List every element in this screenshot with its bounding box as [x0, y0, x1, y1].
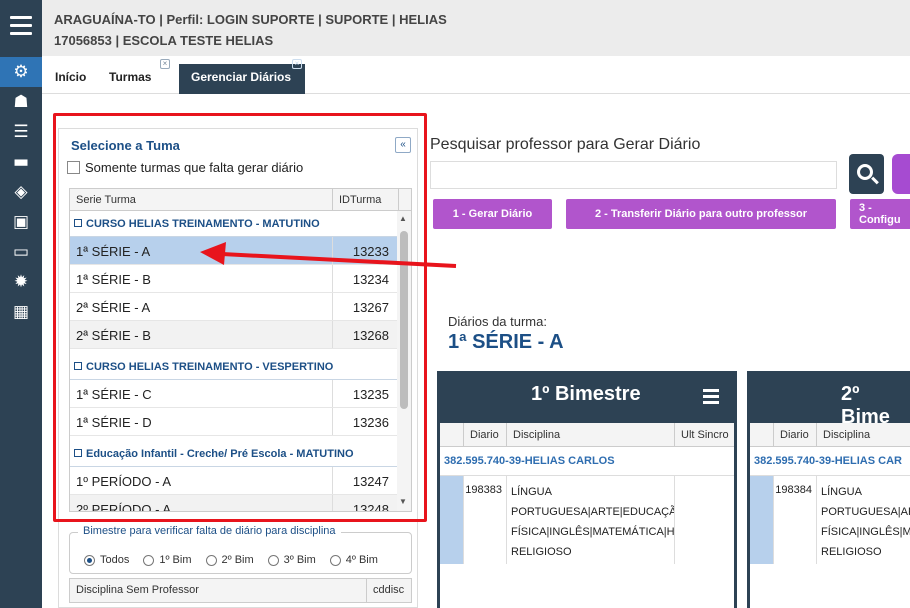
- sidebar: ⚙ ☗ ☰ ▬ ◈ ▣ ▭ ✹ ▦: [0, 0, 42, 608]
- diario-id: 198383: [464, 476, 507, 564]
- diarios-grid: Diario Disciplina 382.595.740-39-HELIAS …: [750, 423, 910, 608]
- diarios-label: Diários da turma:: [448, 314, 547, 329]
- col-diario[interactable]: Diario: [464, 423, 507, 446]
- highlight-box: [53, 113, 427, 522]
- tab-inicio[interactable]: Início: [43, 64, 98, 94]
- tab-gerenciar-diarios[interactable]: Gerenciar Diários: [179, 64, 305, 94]
- table-row[interactable]: 198383 LÍNGUA PORTUGUESA|ARTE|EDUCAÇÃO F…: [440, 476, 734, 564]
- col-cddisc[interactable]: cddisc: [367, 579, 411, 602]
- radio-3-bim[interactable]: 3º Bim: [267, 554, 316, 566]
- gerar-diario-button[interactable]: 1 - Gerar Diário: [433, 199, 552, 229]
- transferir-diario-button[interactable]: 2 - Transferir Diário para outro profess…: [566, 199, 836, 229]
- radio-todos[interactable]: Todos: [84, 554, 129, 566]
- gears-icon[interactable]: ⚙: [0, 57, 42, 87]
- radio-button[interactable]: [267, 554, 279, 566]
- selected-class-name: 1ª SÉRIE - A: [448, 331, 564, 353]
- configurar-button[interactable]: 3 - Configu: [850, 199, 910, 229]
- bimestre-card: 2º Bime Diario Disciplina 382.595.740-39…: [747, 371, 910, 608]
- bimestre-legend: Bimestre para verificar falta de diário …: [78, 525, 341, 537]
- close-icon[interactable]: ×: [292, 59, 302, 69]
- bus-icon[interactable]: ▣: [0, 207, 42, 237]
- professor-group-row[interactable]: 382.595.740-39-HELIAS CAR: [750, 447, 910, 476]
- radio-1-bim[interactable]: 1º Bim: [143, 554, 192, 566]
- bimestre-fieldset: Bimestre para verificar falta de diário …: [69, 525, 412, 574]
- radio-2-bim[interactable]: 2º Bim: [205, 554, 254, 566]
- radio-button[interactable]: [143, 554, 155, 566]
- tab-bar: Início Turmas × Gerenciar Diários ×: [42, 56, 910, 94]
- col-ult-sincro[interactable]: Ult Sincro: [675, 423, 734, 446]
- person-icon[interactable]: ☗: [0, 87, 42, 117]
- professor-group-row[interactable]: 382.595.740-39-HELIAS CARLOS: [440, 447, 734, 476]
- calendar-button[interactable]: [892, 154, 910, 194]
- radio-button[interactable]: [84, 554, 95, 566]
- radio-4-bim[interactable]: 4º Bim: [329, 554, 378, 566]
- close-icon[interactable]: ×: [160, 59, 170, 69]
- header-line-1: ARAGUAÍNA-TO | Perfil: LOGIN SUPORTE | S…: [54, 12, 447, 27]
- bimestre-title: 1º Bimestre: [531, 383, 641, 405]
- col-disciplina-sem-professor[interactable]: Disciplina Sem Professor: [70, 579, 367, 602]
- table-icon[interactable]: ▦: [0, 297, 42, 327]
- disciplina-list: LÍNGUA PORTUGUESA|ARTE|EDUCAÇÃO FÍSICA|I…: [507, 476, 675, 564]
- monitor-icon[interactable]: ▭: [0, 237, 42, 267]
- radio-button[interactable]: [329, 554, 341, 566]
- col-disciplina[interactable]: Disciplina: [507, 423, 675, 446]
- disciplina-list: LÍNGUA PORTUGUESA|AR FÍSICA|INGLÊS|M REL…: [821, 486, 910, 558]
- diario-id: 198384: [774, 476, 817, 564]
- col-disciplina[interactable]: Disciplina: [817, 423, 910, 446]
- tab-turmas[interactable]: Turmas: [97, 64, 163, 94]
- grid-header: Diario Disciplina: [750, 423, 910, 447]
- search-label: Pesquisar professor para Gerar Diário: [430, 136, 701, 153]
- list-icon[interactable]: ☰: [0, 117, 42, 147]
- card-icon[interactable]: ▬: [0, 147, 42, 177]
- radio-button[interactable]: [205, 554, 217, 566]
- bimestre-card: 1º Bimestre Diario Disciplina Ult Sincro…: [437, 371, 737, 608]
- table-row[interactable]: 198384 LÍNGUA PORTUGUESA|AR FÍSICA|INGLÊ…: [750, 476, 910, 564]
- col-diario[interactable]: Diario: [774, 423, 817, 446]
- disciplina-grid-header: Disciplina Sem Professor cddisc: [69, 578, 412, 603]
- menu-icon[interactable]: [10, 16, 32, 38]
- dropbox-icon[interactable]: ◈: [0, 177, 42, 207]
- diarios-grid: Diario Disciplina Ult Sincro 382.595.740…: [440, 423, 734, 608]
- hamburger-menu-icon[interactable]: [703, 389, 719, 407]
- header-line-2: 17056853 | ESCOLA TESTE HELIAS: [54, 33, 274, 48]
- gear-icon[interactable]: ✹: [0, 267, 42, 297]
- professor-search-input[interactable]: [430, 161, 837, 189]
- bimestre-radio-group: Todos 1º Bim 2º Bim 3º Bim 4º Bim: [84, 554, 392, 566]
- search-button[interactable]: [849, 154, 884, 194]
- header: ARAGUAÍNA-TO | Perfil: LOGIN SUPORTE | S…: [42, 0, 910, 56]
- grid-header: Diario Disciplina Ult Sincro: [440, 423, 734, 447]
